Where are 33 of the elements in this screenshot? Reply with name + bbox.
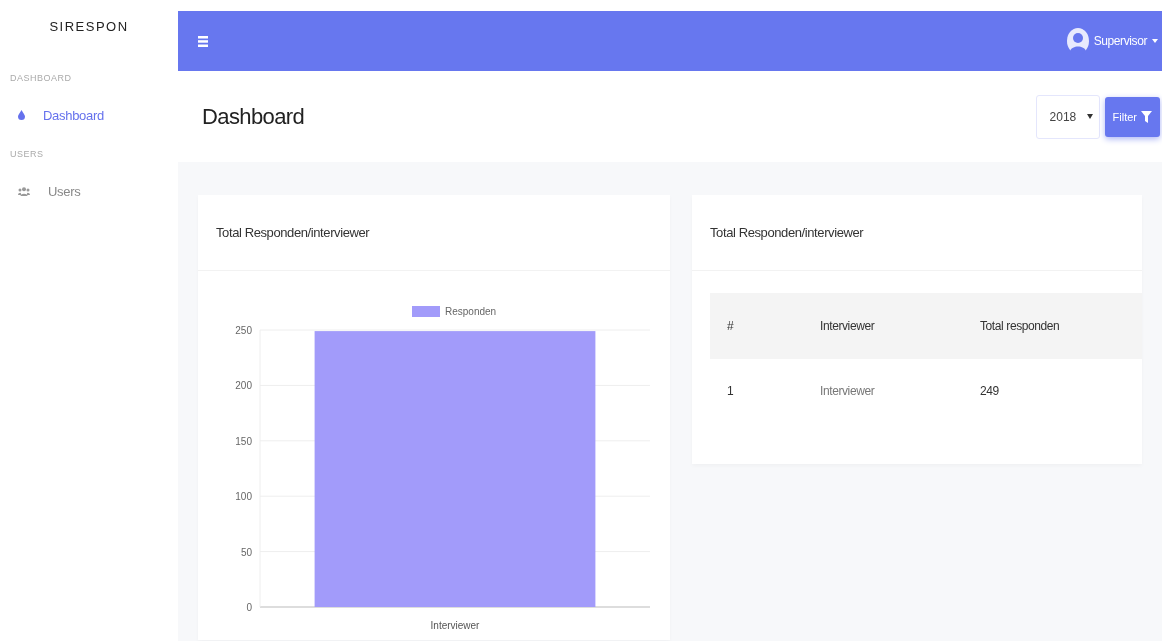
y-axis-label: 100: [235, 491, 252, 503]
sidebar-item[interactable]: Users: [0, 159, 178, 223]
brand-name: SIRESPON: [48, 18, 130, 36]
menu-icon[interactable]: [198, 35, 208, 47]
page-title: Dashboard: [202, 103, 305, 130]
table-cell-text: 249: [979, 383, 1000, 400]
legend-swatch[interactable]: [412, 306, 440, 317]
x-axis-label: Interviewer: [430, 620, 480, 631]
y-axis-label: 0: [246, 602, 252, 613]
user-menu[interactable]: Supervisor: [1066, 28, 1158, 54]
caret-icon: [1152, 39, 1158, 43]
column-header: #: [710, 293, 803, 359]
year-select[interactable]: 2018: [1035, 94, 1100, 139]
filter-icon: [1141, 110, 1152, 123]
drop-icon: [18, 110, 25, 120]
caret-icon: [1086, 114, 1093, 119]
y-axis-label: 150: [235, 435, 252, 447]
y-axis-label: 250: [235, 325, 252, 336]
avatar-icon: [1066, 28, 1089, 54]
legend-label: Responden: [445, 306, 497, 317]
y-axis-label: 200: [235, 380, 252, 392]
y-axis-label: 50: [240, 546, 252, 558]
card-title: Total Responden/interviewer: [710, 225, 864, 240]
column-header: Interviewer: [803, 293, 963, 359]
filter-button[interactable]: Filter: [1104, 96, 1160, 137]
table-cell-text: 1: [726, 383, 735, 400]
table-cell-text: Interviewer: [819, 383, 876, 400]
card-title: Total Responden/interviewer: [216, 225, 370, 240]
column-header: Total responden: [963, 293, 1142, 359]
sidebar-item[interactable]: Dashboard: [0, 83, 178, 147]
section-heading: DASHBOARD: [10, 73, 72, 83]
section-heading: USERS: [10, 149, 44, 159]
users-icon: [18, 186, 30, 196]
